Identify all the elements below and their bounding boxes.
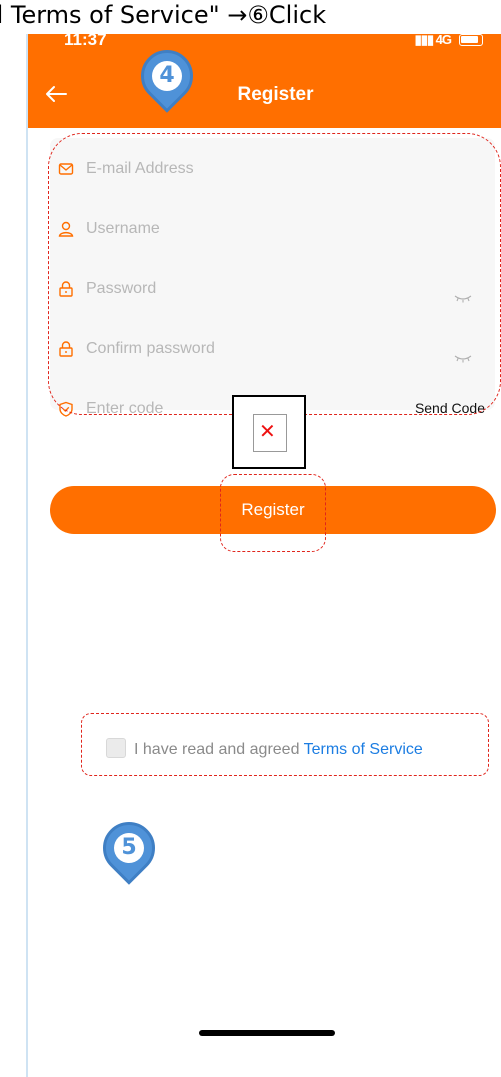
lock-icon	[59, 341, 73, 357]
broken-image-glyph: ✕	[259, 419, 276, 443]
register-form: E-mail Address Username Password Confirm…	[50, 138, 495, 417]
mail-icon	[58, 163, 74, 175]
home-indicator	[199, 1030, 335, 1036]
shield-check-icon	[59, 401, 73, 417]
battery-icon	[459, 34, 483, 46]
network-type: 4G	[435, 32, 452, 47]
username-placeholder: Username	[86, 220, 160, 237]
send-code-button[interactable]: Send Code	[415, 400, 485, 416]
caption-text: d Terms of Service" →⑥Click	[0, 1, 327, 29]
step-5-number: 5	[114, 833, 144, 863]
page-title: Register	[237, 84, 314, 105]
broken-image-icon: ✕	[253, 414, 287, 452]
username-field[interactable]: Username	[50, 200, 495, 258]
lock-icon	[59, 281, 73, 297]
email-field[interactable]: E-mail Address	[50, 140, 495, 198]
email-placeholder: E-mail Address	[86, 160, 194, 177]
register-button-label: Register	[241, 500, 305, 519]
user-icon	[58, 221, 74, 237]
step-4-number: 4	[152, 61, 182, 91]
terms-of-service-link[interactable]: Terms of Service	[304, 741, 423, 758]
eye-closed-icon[interactable]	[453, 354, 473, 364]
confirm-password-placeholder: Confirm password	[86, 340, 215, 357]
step-5-marker-icon: 5	[92, 811, 166, 885]
nav-bar: Register	[28, 64, 501, 128]
caption-banner: d Terms of Service" →⑥Click	[0, 0, 501, 34]
password-placeholder: Password	[86, 280, 157, 297]
code-placeholder: Enter code	[86, 400, 164, 417]
signal-indicator: ▮▮▮ 4G	[414, 32, 452, 48]
terms-agreement: I have read and agreed Terms of Service	[106, 738, 423, 759]
eye-closed-icon[interactable]	[453, 294, 473, 304]
broken-image-placeholder: ✕	[232, 395, 306, 469]
phone-screen: 11:37 ▮▮▮ 4G Register E-mail Address Use…	[26, 0, 501, 1077]
register-button[interactable]: Register	[50, 486, 496, 534]
agree-checkbox[interactable]	[106, 738, 126, 758]
signal-bars-icon: ▮▮▮	[414, 32, 436, 47]
password-field[interactable]: Password	[50, 260, 495, 318]
confirm-password-field[interactable]: Confirm password	[50, 320, 495, 378]
terms-prefix: I have read and agreed	[134, 741, 304, 758]
